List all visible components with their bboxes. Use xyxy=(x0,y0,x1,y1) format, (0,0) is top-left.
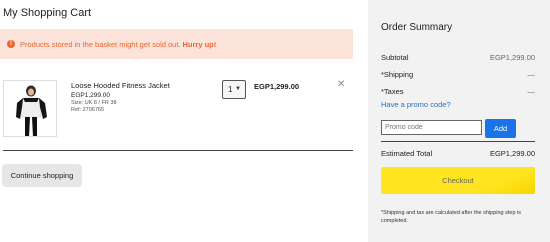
alert-emphasis: Hurry up! xyxy=(182,39,217,49)
sold-out-alert: ! Products stored in the basket might ge… xyxy=(0,29,353,59)
item-price: EGP1,299.00 xyxy=(71,92,111,99)
shipping-label: *Shipping xyxy=(381,70,414,79)
shipping-tax-note: *Shipping and tax are calculated after t… xyxy=(381,210,522,224)
jacket-photo-icon xyxy=(4,81,56,136)
shipping-row: *Shipping — xyxy=(381,70,535,79)
shipping-value: — xyxy=(527,70,536,79)
taxes-row: *Taxes — xyxy=(381,87,535,96)
cart-item: Loose Hooded Fitness Jacket EGP1,299.00 … xyxy=(0,77,353,142)
subtotal-label: Subtotal xyxy=(381,53,409,62)
item-ref: Ref: 2706765 xyxy=(71,107,105,113)
promo-code-input[interactable] xyxy=(381,120,482,135)
subtotal-row: Subtotal EGP1,299.00 xyxy=(381,53,535,62)
taxes-value: — xyxy=(527,87,536,96)
line-total: EGP1,299.00 xyxy=(254,82,300,91)
item-name[interactable]: Loose Hooded Fitness Jacket xyxy=(71,81,170,90)
subtotal-value: EGP1,299.00 xyxy=(489,53,535,62)
summary-divider xyxy=(381,141,535,142)
add-promo-button[interactable]: Add xyxy=(485,119,516,138)
continue-shopping-button[interactable]: Continue shopping xyxy=(2,164,82,187)
divider xyxy=(3,150,353,151)
chevron-down-icon: ▼ xyxy=(235,86,241,92)
cart-panel: My Shopping Cart ! Products stored in th… xyxy=(0,0,368,242)
product-image[interactable] xyxy=(3,80,57,137)
order-summary-panel: Order Summary Subtotal EGP1,299.00 *Ship… xyxy=(368,0,550,242)
summary-title: Order Summary xyxy=(381,22,453,33)
item-size: Size: UK 8 / FR 38 xyxy=(71,100,117,106)
alert-text: Products stored in the basket might get … xyxy=(20,39,181,49)
close-icon[interactable]: ✕ xyxy=(337,79,345,90)
quantity-value: 1 xyxy=(228,85,233,94)
taxes-label: *Taxes xyxy=(381,87,404,96)
estimated-total-row: Estimated Total EGP1,299.00 xyxy=(381,149,535,158)
quantity-select[interactable]: 1 ▼ xyxy=(222,80,246,99)
estimated-total-value: EGP1,299.00 xyxy=(489,149,535,158)
exclamation-icon: ! xyxy=(7,40,15,48)
promo-code-link[interactable]: Have a promo code? xyxy=(381,100,451,109)
checkout-button[interactable]: Checkout xyxy=(381,167,535,194)
estimated-total-label: Estimated Total xyxy=(381,149,433,158)
page-title: My Shopping Cart xyxy=(3,7,92,19)
